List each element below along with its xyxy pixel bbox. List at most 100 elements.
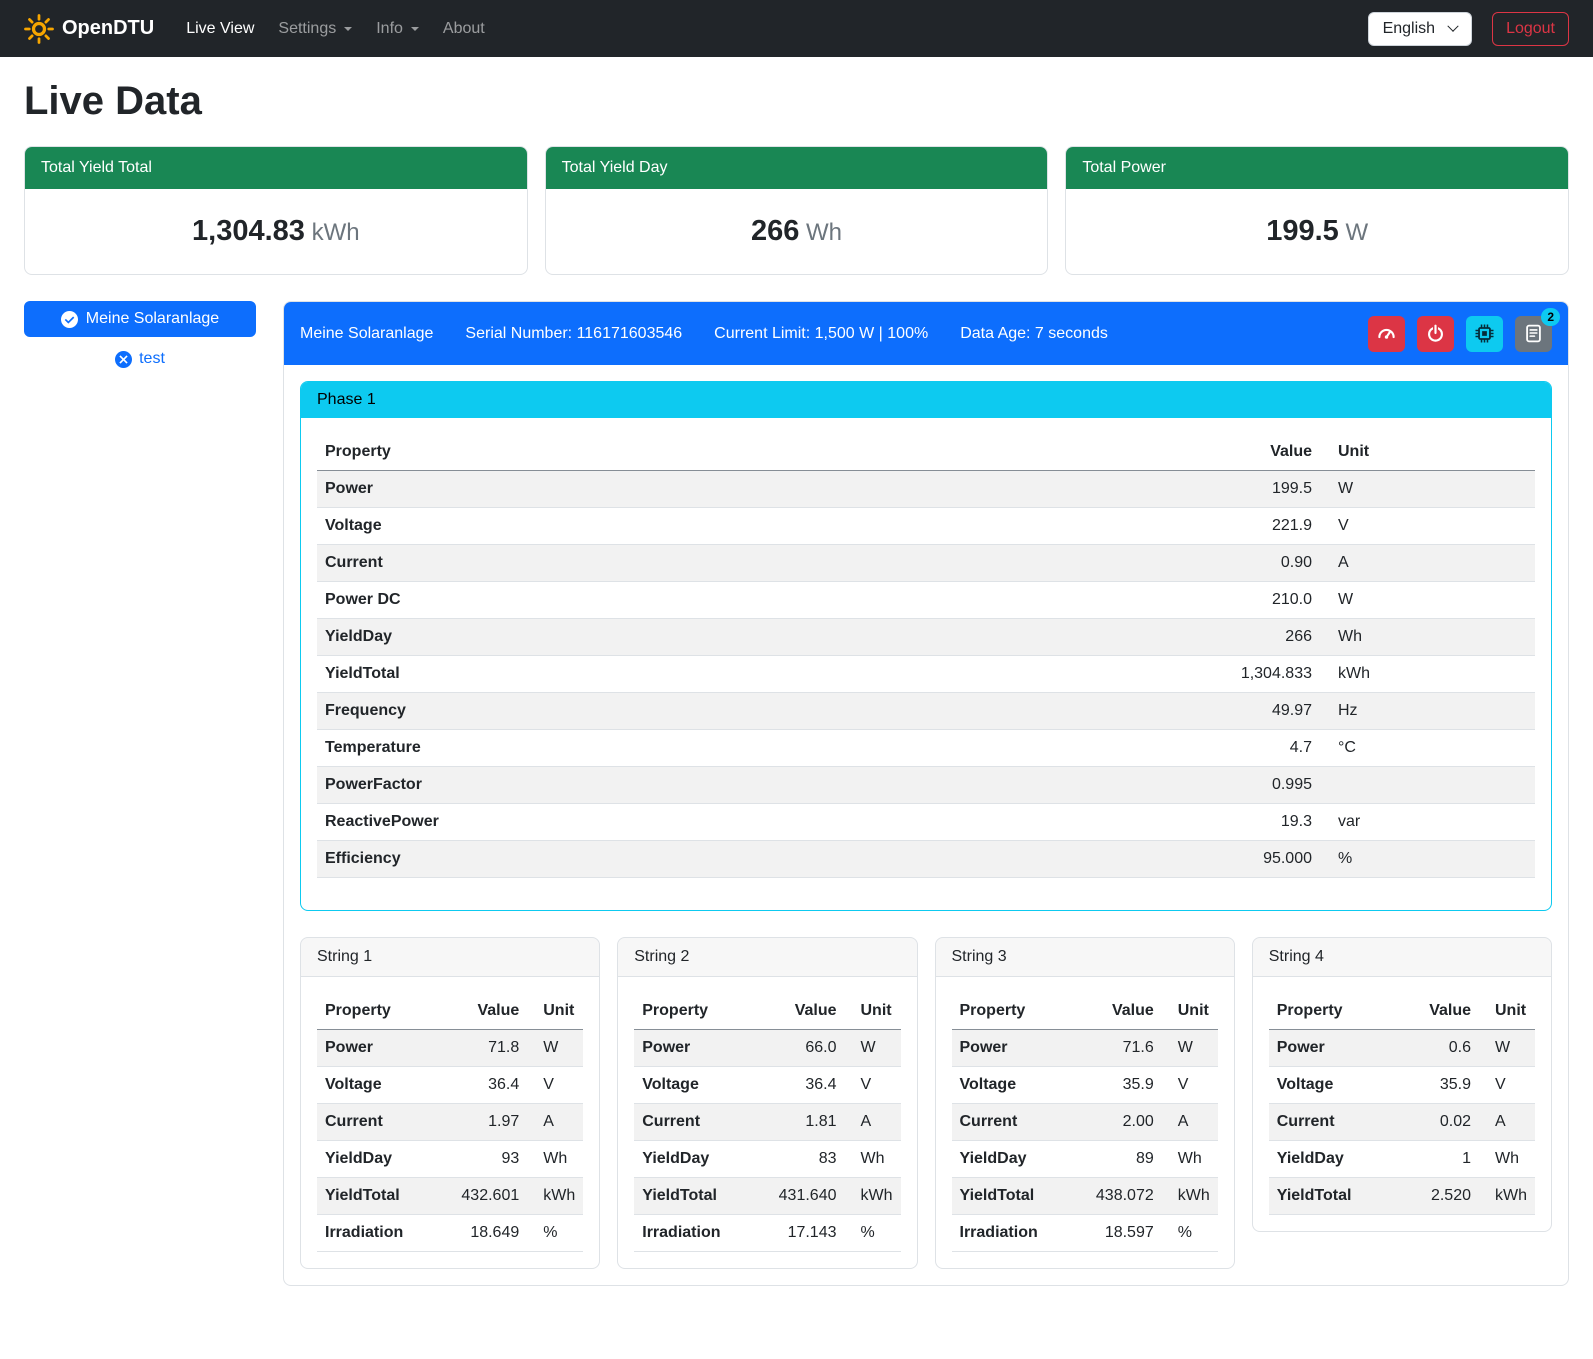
table-row: PowerFactor0.995	[317, 767, 1535, 804]
table-row: YieldDay83Wh	[634, 1141, 900, 1178]
brand-link[interactable]: OpenDTU	[24, 14, 154, 44]
string-card-title: String 3	[936, 938, 1234, 977]
summary-card-title: Total Yield Day	[546, 147, 1048, 189]
table-row: YieldDay1Wh	[1269, 1141, 1535, 1178]
property-cell: Power	[634, 1030, 752, 1067]
summary-card-body: 1,304.83 kWh	[25, 189, 527, 274]
property-cell: ReactivePower	[317, 804, 917, 841]
value-cell: 66.0	[752, 1030, 844, 1067]
value-cell: 18.597	[1069, 1215, 1161, 1252]
inverter-button-selected[interactable]: Meine Solaranlage	[24, 301, 256, 337]
property-cell: Voltage	[317, 508, 917, 545]
column-header-value: Value	[1069, 993, 1161, 1030]
unit-cell: V	[1320, 508, 1535, 545]
chevron-down-icon	[1447, 20, 1458, 31]
summary-card-title: Total Power	[1066, 147, 1568, 189]
value-cell: 2.520	[1397, 1178, 1479, 1215]
column-header-unit: Unit	[1479, 993, 1535, 1030]
value-cell: 431.640	[752, 1178, 844, 1215]
table-row: YieldDay93Wh	[317, 1141, 583, 1178]
table-row: Voltage36.4V	[634, 1067, 900, 1104]
unit-cell: Wh	[1320, 619, 1535, 656]
property-cell: Voltage	[952, 1067, 1070, 1104]
property-cell: YieldTotal	[1269, 1178, 1397, 1215]
table-row: Voltage221.9V	[317, 508, 1535, 545]
property-cell: YieldDay	[1269, 1141, 1397, 1178]
column-header-unit: Unit	[1162, 993, 1218, 1030]
inverter-name: Meine Solaranlage	[300, 325, 433, 343]
table-row: Current1.97A	[317, 1104, 583, 1141]
gauge-icon	[1377, 324, 1396, 343]
unit-cell: %	[845, 1215, 901, 1252]
power-button[interactable]	[1417, 316, 1454, 352]
value-cell: 71.8	[435, 1030, 527, 1067]
value-cell: 89	[1069, 1141, 1161, 1178]
property-cell: Current	[317, 1104, 435, 1141]
logout-button[interactable]: Logout	[1492, 12, 1569, 46]
nav-item-info[interactable]: Info	[364, 12, 431, 46]
value-cell: 1,304.833	[917, 656, 1320, 693]
summary-card-title: Total Yield Total	[25, 147, 527, 189]
inverter-selector: Meine Solaranlage test	[24, 301, 256, 369]
unit-cell: A	[1162, 1104, 1218, 1141]
summary-card-body: 199.5 W	[1066, 189, 1568, 274]
navbar: OpenDTU Live ViewSettingsInfoAbout Engli…	[0, 0, 1593, 57]
value-cell: 0.6	[1397, 1030, 1479, 1067]
nav-items: Live ViewSettingsInfoAbout	[174, 12, 497, 46]
column-header-property: Property	[634, 993, 752, 1030]
value-cell: 49.97	[917, 693, 1320, 730]
summary-value: 1,304.83	[192, 215, 305, 247]
table-header-row: PropertyValueUnit	[317, 434, 1535, 471]
unit-cell: kWh	[1162, 1178, 1218, 1215]
table-row: Irradiation18.649%	[317, 1215, 583, 1252]
unit-cell: W	[1320, 582, 1535, 619]
value-cell: 36.4	[752, 1067, 844, 1104]
column-header-property: Property	[317, 993, 435, 1030]
phase-card: Phase 1 PropertyValueUnitPower199.5WVolt…	[300, 381, 1552, 911]
nav-item-about[interactable]: About	[431, 12, 497, 46]
limit-settings-button[interactable]	[1368, 316, 1405, 352]
inverter-button-label: Meine Solaranlage	[86, 310, 219, 328]
table-header-row: PropertyValueUnit	[634, 993, 900, 1030]
summary-unit: Wh	[799, 219, 842, 246]
table-row: Power DC210.0W	[317, 582, 1535, 619]
table-row: Power199.5W	[317, 471, 1535, 508]
device-info-button[interactable]	[1466, 316, 1503, 352]
event-log-button[interactable]: 2	[1515, 316, 1552, 352]
value-cell: 71.6	[1069, 1030, 1161, 1067]
unit-cell: V	[1479, 1067, 1535, 1104]
property-cell: Power	[317, 471, 917, 508]
inverter-button-test[interactable]: test	[109, 349, 171, 369]
page-title: Live Data	[24, 79, 1569, 124]
column-header-unit: Unit	[845, 993, 901, 1030]
table-row: YieldTotal1,304.833kWh	[317, 656, 1535, 693]
value-cell: 93	[435, 1141, 527, 1178]
string-card-body: PropertyValueUnitPower66.0WVoltage36.4VC…	[618, 977, 916, 1252]
table-row: YieldTotal432.601kWh	[317, 1178, 583, 1215]
data-table: PropertyValueUnitPower71.6WVoltage35.9VC…	[952, 993, 1218, 1252]
nav-item-settings[interactable]: Settings	[266, 12, 364, 46]
inverter-panel: Meine Solaranlage Serial Number: 1161716…	[283, 301, 1569, 1286]
property-cell: Power	[1269, 1030, 1397, 1067]
main-row: Meine Solaranlage test Meine Solaranlage…	[24, 301, 1569, 1286]
brand-title: OpenDTU	[62, 17, 154, 40]
language-value: English	[1383, 20, 1435, 38]
table-row: Current1.81A	[634, 1104, 900, 1141]
value-cell: 83	[752, 1141, 844, 1178]
unit-cell: %	[1320, 841, 1535, 878]
summary-unit: W	[1339, 219, 1368, 246]
property-cell: Power DC	[317, 582, 917, 619]
inverter-data-age: Data Age: 7 seconds	[960, 325, 1108, 343]
navbar-right: English Logout	[1368, 12, 1569, 46]
string-card-title: String 1	[301, 938, 599, 977]
language-select[interactable]: English	[1368, 12, 1472, 46]
unit-cell: A	[1479, 1104, 1535, 1141]
nav-item-live-view[interactable]: Live View	[174, 12, 266, 46]
string-card: String 1PropertyValueUnitPower71.8WVolta…	[300, 937, 600, 1269]
string-card: String 3 PropertyValueUnitPower71.6WVolta…	[935, 937, 1235, 1269]
navbar-left: OpenDTU Live ViewSettingsInfoAbout	[24, 12, 497, 46]
column-header-value: Value	[917, 434, 1320, 471]
unit-cell: A	[845, 1104, 901, 1141]
inverter-panel-header: Meine Solaranlage Serial Number: 1161716…	[284, 302, 1568, 365]
unit-cell: kWh	[845, 1178, 901, 1215]
